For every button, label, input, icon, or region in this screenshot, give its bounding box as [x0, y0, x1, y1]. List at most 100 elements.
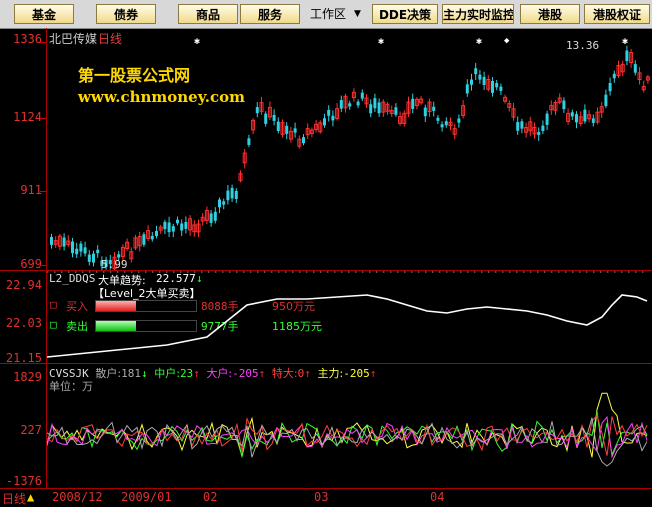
trend-dot — [68, 271, 70, 273]
ind2-label-mid: 227 — [20, 423, 42, 437]
candle-body — [247, 138, 251, 145]
candle-body — [163, 221, 167, 230]
date-label-3: 02 — [203, 490, 218, 504]
trend-dot — [285, 271, 287, 273]
candle-body — [62, 237, 66, 247]
trend-dot — [579, 271, 581, 273]
candle-body — [83, 247, 87, 254]
candle-body — [444, 121, 448, 126]
candle-body — [167, 222, 171, 233]
trend-dot — [628, 271, 630, 273]
trend-dot — [152, 271, 154, 273]
trend-dot — [572, 271, 574, 273]
fund-flow-chart — [47, 392, 648, 467]
main-monitor-button[interactable]: 主力实时监控 — [442, 4, 514, 24]
candle-body — [516, 122, 520, 131]
trend-dot — [110, 271, 112, 273]
candle-body — [155, 230, 158, 237]
trend-dot — [432, 271, 434, 273]
date-label-4: 03 — [314, 490, 329, 504]
candle-body — [436, 117, 440, 121]
trend-dot — [250, 271, 252, 273]
trend-dot — [194, 271, 196, 273]
trend-dot — [418, 271, 420, 273]
dde-decision-button[interactable]: DDE决策 — [372, 4, 438, 24]
flow-series-line — [47, 392, 648, 458]
top-toolbar: 基金 债券 商品 服务 工作区 ▼ DDE决策 主力实时监控 港股 港股权证 — [0, 0, 652, 29]
chevron-down-icon[interactable]: ▼ — [354, 4, 361, 24]
candle-body — [499, 86, 503, 91]
trend-dot — [124, 271, 126, 273]
trend-dot — [348, 271, 350, 273]
trend-dot — [257, 271, 259, 273]
trend-dot — [201, 271, 203, 273]
candle-body — [541, 125, 545, 131]
trend-dot — [327, 271, 329, 273]
trend-dot — [243, 271, 245, 273]
trend-dot — [586, 271, 588, 273]
trend-dot — [229, 271, 231, 273]
trend-dot — [313, 271, 315, 273]
trend-dot — [439, 271, 441, 273]
trend-dot — [446, 271, 448, 273]
candle-body — [612, 73, 616, 79]
trend-dot — [404, 271, 406, 273]
trend-dot — [467, 271, 469, 273]
candle-body — [226, 190, 230, 201]
candle-body — [176, 219, 179, 224]
candle-body — [411, 98, 415, 109]
trend-dot — [215, 271, 217, 273]
high-price-marker: 13.36 — [566, 39, 600, 52]
candle-body — [331, 115, 335, 121]
trend-dot — [299, 271, 301, 273]
candle-body — [92, 253, 95, 263]
trend-dot — [236, 271, 238, 273]
candle-body — [87, 254, 91, 262]
trend-dot — [530, 271, 532, 273]
workspace-label[interactable]: 工作区 — [310, 4, 346, 24]
candle-body — [440, 124, 444, 128]
ind1-label-mid: 22.03 — [5, 316, 42, 330]
service-button[interactable]: 服务 — [240, 4, 300, 24]
trend-dot — [516, 271, 518, 273]
candle-body — [255, 107, 259, 114]
candle-body — [209, 213, 213, 223]
candle-body — [423, 107, 427, 117]
candle-body — [583, 109, 587, 122]
candle-body — [142, 234, 146, 245]
star-marker-4: ✱ — [622, 36, 629, 47]
trend-dot — [355, 271, 357, 273]
date-label-5: 04 — [430, 490, 445, 504]
candle-body — [222, 201, 226, 205]
candle-body — [604, 94, 608, 107]
trend-dot — [635, 271, 637, 273]
commodity-button[interactable]: 商品 — [178, 4, 238, 24]
trend-dot — [383, 271, 385, 273]
arrow-up-icon[interactable]: ▲ — [27, 490, 34, 504]
date-axis: 日线 ▲ 2008/12 2009/01 02 03 04 — [0, 488, 652, 507]
y-axis: 1336 1124 911 699 22.94 22.03 21.15 1829… — [0, 28, 47, 488]
period-tab[interactable]: 日线 — [2, 490, 26, 507]
big-order-trend-chart — [47, 271, 648, 358]
price-label-bottom: 699 — [20, 257, 42, 271]
hk-stock-button[interactable]: 港股 — [520, 4, 580, 24]
hk-warrant-button[interactable]: 港股权证 — [584, 4, 650, 24]
trend-dot — [642, 271, 644, 273]
trend-dot — [537, 271, 539, 273]
candle-body — [213, 211, 217, 221]
trend-dot — [264, 271, 266, 273]
star-marker-3: ✱ — [476, 36, 483, 47]
fund-button[interactable]: 基金 — [14, 4, 74, 24]
trend-dot — [593, 271, 595, 273]
trend-dot — [369, 271, 371, 273]
candle-body — [293, 128, 297, 133]
diamond-marker: ◆ — [504, 36, 510, 46]
candlestick-chart — [50, 45, 650, 270]
bond-button[interactable]: 债券 — [96, 4, 156, 24]
price-label-2: 1124 — [13, 110, 42, 124]
trend-dot — [96, 271, 98, 273]
trend-dot — [460, 271, 462, 273]
trend-dot — [47, 271, 49, 273]
candle-body — [234, 190, 238, 199]
candle-body — [276, 121, 280, 132]
